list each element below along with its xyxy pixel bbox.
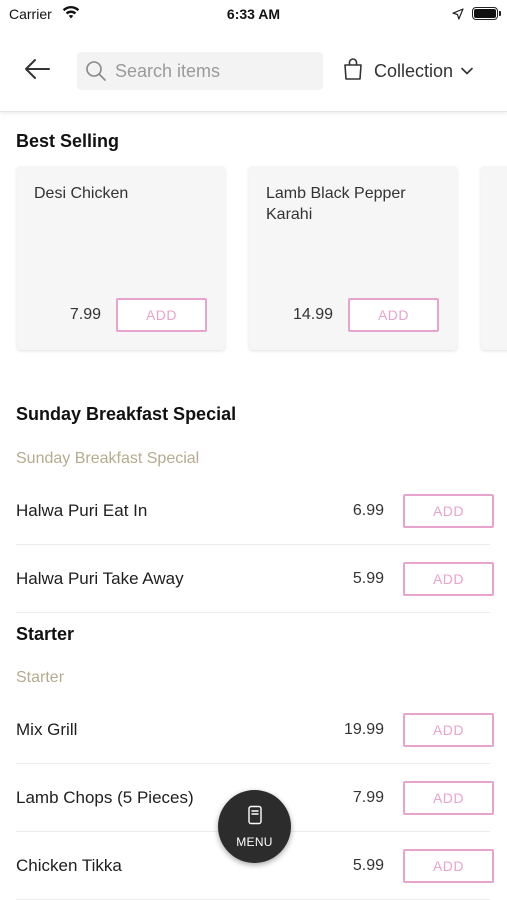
item-name: Lamb Chops (5 Pieces) (16, 788, 194, 807)
add-button[interactable]: ADD (403, 849, 494, 883)
shopping-bag-icon (342, 57, 364, 86)
back-arrow-icon (23, 58, 51, 85)
menu-label: MENU (236, 834, 273, 849)
add-button[interactable]: ADD (348, 298, 439, 332)
card-item-name: Lamb Black Pepper Karahi (266, 185, 406, 223)
search-bar (77, 52, 323, 90)
card-item-name: Desi Chicken (34, 185, 129, 202)
status-bar: Carrier 6:33 AM (0, 0, 507, 28)
add-button[interactable]: ADD (403, 562, 494, 596)
item-name: Chicken Tikka (16, 856, 122, 875)
item-price: 6.99 (352, 502, 384, 519)
location-arrow-icon (452, 7, 464, 25)
section-title: Starter (16, 624, 75, 644)
menu-item-row: Mix Grill 19.99 ADD (16, 696, 494, 764)
add-button[interactable]: ADD (403, 494, 494, 528)
add-button[interactable]: ADD (116, 298, 207, 332)
best-selling-carousel[interactable]: Desi Chicken 7.99 ADD Lamb Black Pepper … (0, 166, 507, 356)
item-price: 5.99 (352, 570, 384, 587)
collection-dropdown[interactable]: Collection (342, 56, 492, 86)
best-selling-card-partial[interactable] (481, 166, 507, 350)
divider (16, 612, 490, 613)
menu-item-row: Halwa Puri Take Away 5.99 ADD (16, 545, 494, 613)
section-subtitle: Starter (16, 669, 65, 686)
chevron-down-icon (461, 62, 473, 80)
collection-label: Collection (374, 60, 454, 81)
add-button[interactable]: ADD (403, 781, 494, 815)
best-selling-title: Best Selling (16, 131, 120, 151)
item-name: Halwa Puri Eat In (16, 501, 148, 520)
item-name: Halwa Puri Take Away (16, 569, 184, 588)
item-price: 19.99 (343, 721, 384, 738)
header: Collection (0, 28, 507, 112)
menu-item-row: Halwa Puri Eat In 6.99 ADD (16, 477, 494, 545)
menu-button[interactable]: MENU (218, 790, 291, 863)
battery-icon (472, 7, 501, 20)
item-price: 7.99 (352, 789, 384, 806)
add-button[interactable]: ADD (403, 713, 494, 747)
card-item-price: 14.99 (292, 306, 333, 323)
item-name: Mix Grill (16, 720, 78, 739)
back-button[interactable] (20, 56, 54, 86)
search-icon (85, 60, 107, 87)
section-subtitle: Sunday Breakfast Special (16, 450, 200, 467)
best-selling-card[interactable]: Lamb Black Pepper Karahi 14.99 ADD (249, 166, 457, 350)
card-item-price: 7.99 (69, 306, 101, 323)
section-title: Sunday Breakfast Special (16, 404, 237, 424)
search-input[interactable] (115, 52, 315, 90)
menu-book-icon (247, 805, 263, 830)
clock: 6:33 AM (226, 6, 281, 22)
item-price: 5.99 (352, 857, 384, 874)
best-selling-card[interactable]: Desi Chicken 7.99 ADD (17, 166, 225, 350)
